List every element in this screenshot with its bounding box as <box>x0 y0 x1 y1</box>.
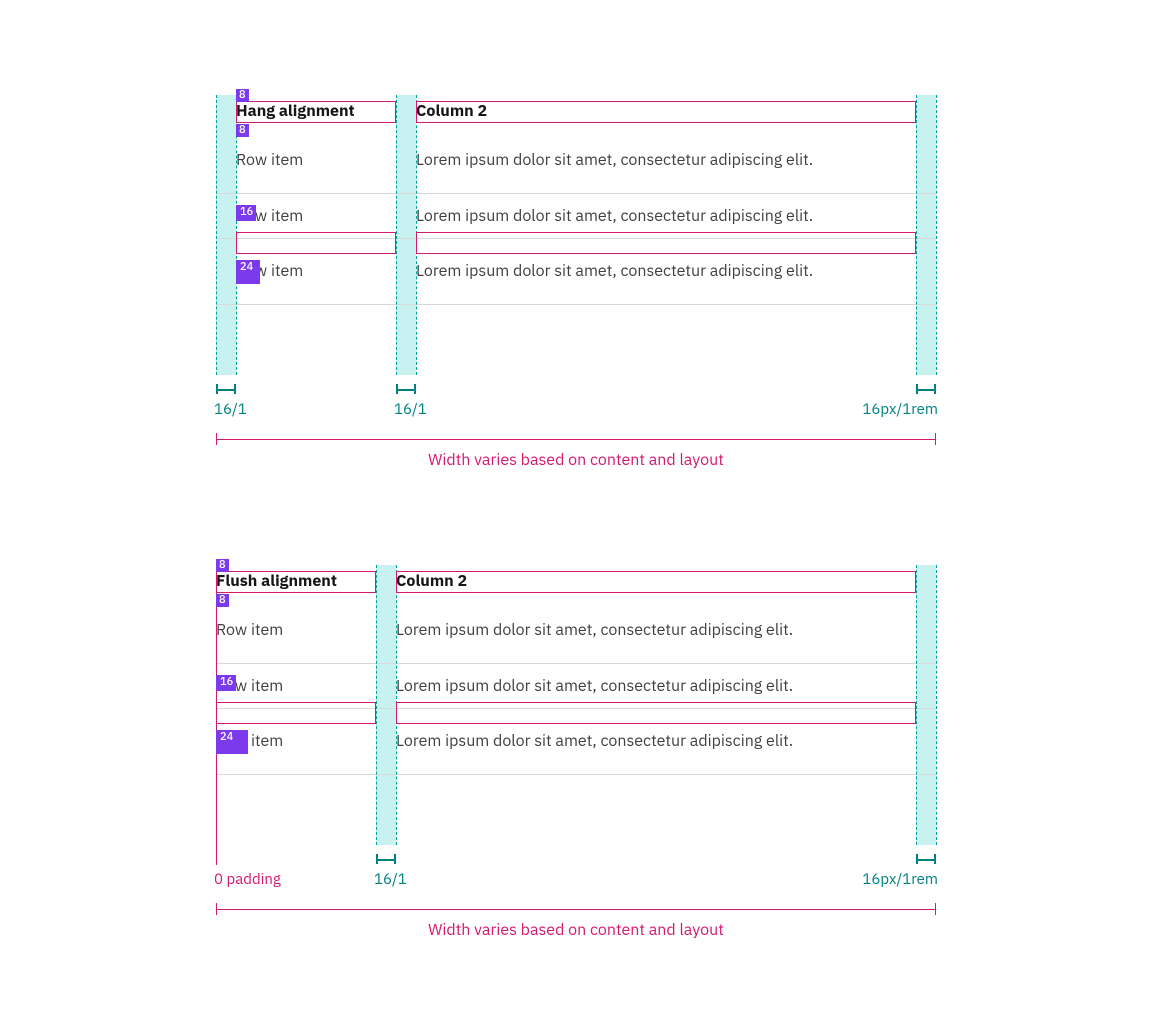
dim-tick <box>216 385 236 395</box>
table-row: Row item Lorem ipsum dolor sit amet, con… <box>216 239 936 305</box>
width-caption: Width varies based on content and layout <box>216 450 936 470</box>
stage: Flush alignment Column 2 Row item Lorem … <box>216 565 936 845</box>
dim-label-right: 16px/1rem <box>862 400 938 419</box>
col-header-2: Column 2 <box>396 95 936 128</box>
measure-chip-8: 8 <box>216 559 229 572</box>
stage: Hang alignment Column 2 Row item Lorem i… <box>216 95 936 375</box>
dim-tick <box>376 855 396 865</box>
table-row: Row item Lorem ipsum dolor sit amet, con… <box>216 128 936 194</box>
table-row: Row item Lorem ipsum dolor sit amet, con… <box>216 664 936 710</box>
table-row: Row item Lorem ipsum dolor sit amet, con… <box>216 194 936 240</box>
full-width-dim <box>216 905 936 915</box>
full-width-dim <box>216 435 936 445</box>
dim-tick <box>396 385 416 395</box>
dim-label-mid: 16/1 <box>374 870 407 889</box>
rail <box>376 565 377 845</box>
rail <box>236 95 237 375</box>
rail <box>396 565 397 845</box>
table-row: Row item Lorem ipsum dolor sit amet, con… <box>216 709 936 775</box>
rail <box>936 95 937 375</box>
rail <box>216 95 217 375</box>
dim-label-zero: 0 padding <box>214 870 281 889</box>
dim-label-left: 16/1 <box>214 400 247 419</box>
col-header-2: Column 2 <box>376 565 936 598</box>
measure-chip-16: 16 <box>237 206 256 219</box>
cell-col1: Row item <box>216 128 396 193</box>
measure-chip-16: 16 <box>217 676 236 689</box>
measure-chip-24: 24 <box>237 261 256 274</box>
cell-col2: Lorem ipsum dolor sit amet, consectetur … <box>376 598 936 663</box>
left-zero-guide <box>216 565 217 865</box>
cell-col2: Lorem ipsum dolor sit amet, consectetur … <box>376 709 936 774</box>
measure-chip-8: 8 <box>216 594 229 607</box>
col-header-1: Flush alignment <box>216 565 376 598</box>
dim-tick <box>916 385 936 395</box>
cell-col1: Row item <box>216 664 376 709</box>
data-table: Flush alignment Column 2 Row item Lorem … <box>216 565 936 775</box>
rail <box>916 565 917 845</box>
hang-alignment-diagram: Hang alignment Column 2 Row item Lorem i… <box>216 95 936 375</box>
measure-chip-8: 8 <box>236 89 249 102</box>
table-header-row: Flush alignment Column 2 <box>216 565 936 598</box>
rail <box>416 95 417 375</box>
cell-col2: Lorem ipsum dolor sit amet, consectetur … <box>396 239 936 304</box>
rail <box>936 565 937 845</box>
measure-chip-24: 24 <box>217 731 236 744</box>
cell-col2: Lorem ipsum dolor sit amet, consectetur … <box>396 128 936 193</box>
cell-col1: Row item <box>216 598 376 663</box>
dim-label-mid: 16/1 <box>394 400 427 419</box>
cell-col2: Lorem ipsum dolor sit amet, consectetur … <box>376 664 936 709</box>
width-caption: Width varies based on content and layout <box>216 920 936 940</box>
table-row: Row item Lorem ipsum dolor sit amet, con… <box>216 598 936 664</box>
cell-col2: Lorem ipsum dolor sit amet, consectetur … <box>396 194 936 239</box>
dim-label-right: 16px/1rem <box>862 870 938 889</box>
measure-chip-8: 8 <box>236 124 249 137</box>
dim-tick <box>916 855 936 865</box>
table-header-row: Hang alignment Column 2 <box>216 95 936 128</box>
data-table: Hang alignment Column 2 Row item Lorem i… <box>216 95 936 305</box>
flush-alignment-diagram: Flush alignment Column 2 Row item Lorem … <box>216 565 936 845</box>
rail <box>396 95 397 375</box>
rail <box>916 95 917 375</box>
